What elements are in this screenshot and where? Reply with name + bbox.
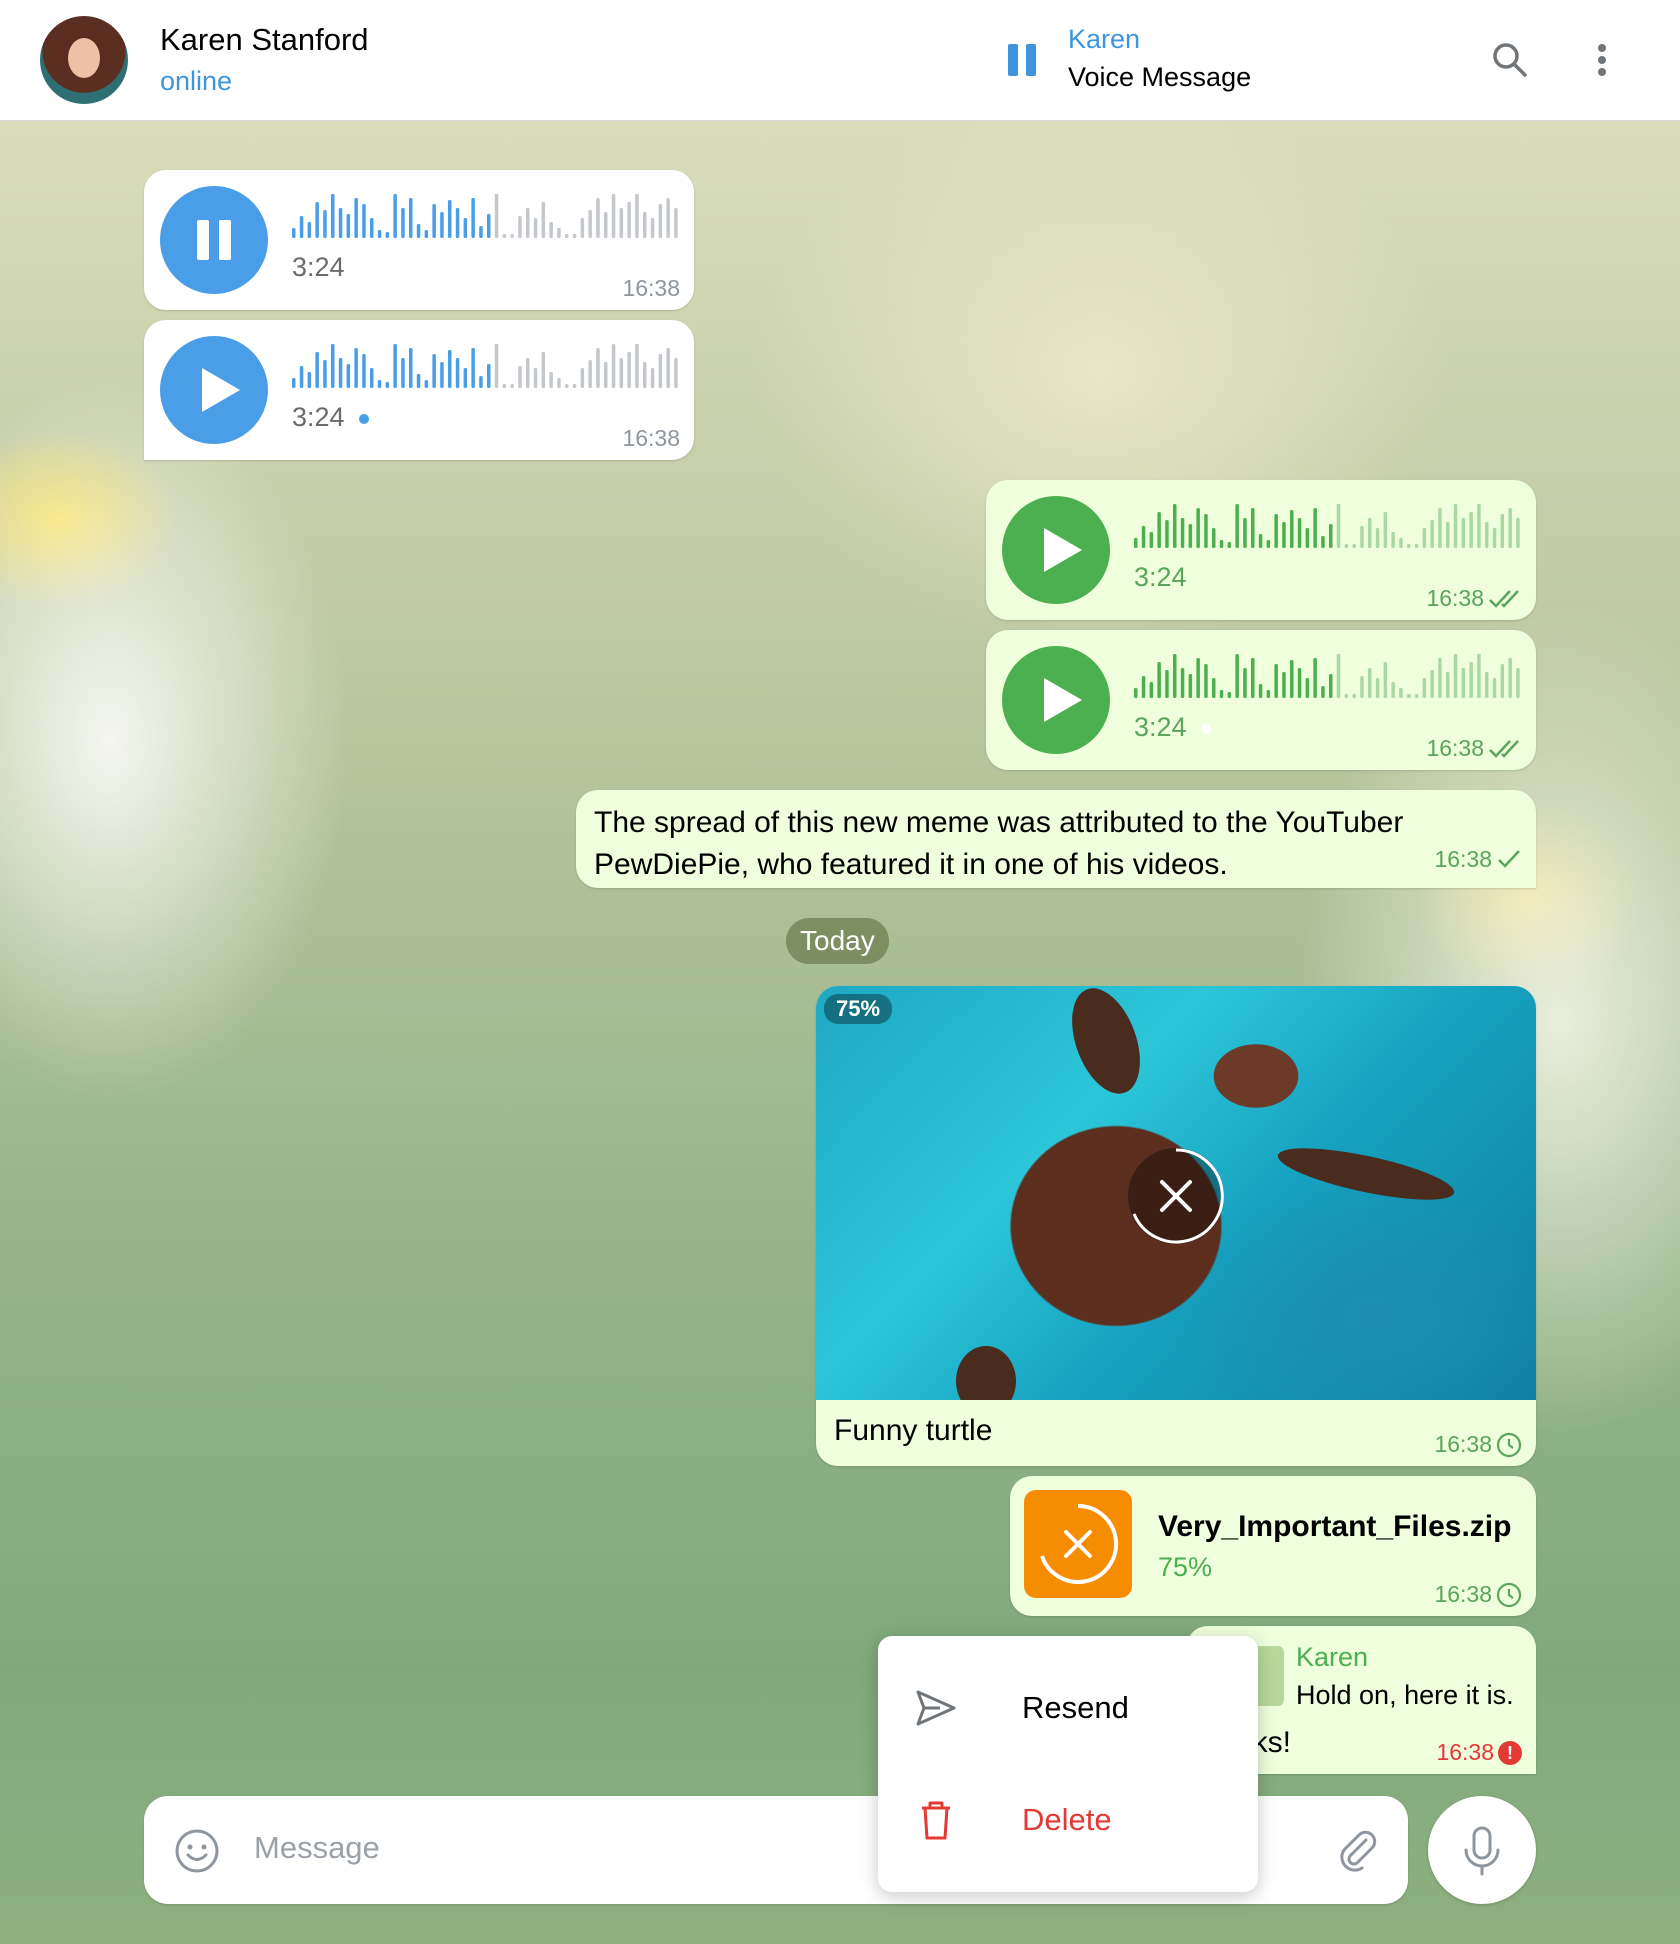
error-icon[interactable]: ! [1498,1740,1522,1765]
voice-duration: 3:24 [1134,562,1187,592]
play-icon [1044,528,1082,572]
voice-duration: 3:24 [292,402,369,433]
more-vertical-icon[interactable] [1590,40,1614,80]
voice-message-out[interactable]: 3:24 16:38 [986,630,1536,770]
double-check-icon [1489,589,1519,608]
play-button[interactable] [160,336,268,444]
file-progress: 75% [1158,1552,1213,1582]
play-button[interactable] [1002,496,1110,604]
microphone-icon [1464,1826,1500,1876]
double-check-icon [1489,739,1519,758]
menu-item-resend[interactable]: Resend [878,1654,1258,1764]
message-input[interactable]: Message [254,1830,380,1866]
record-voice-button[interactable] [1428,1796,1536,1904]
waveform[interactable] [292,344,682,392]
upload-progress-badge: 75% [824,994,893,1024]
message-time: 16:38 [1426,585,1522,612]
menu-item-label: Delete [1022,1802,1112,1837]
trash-icon [922,1801,950,1840]
turtle-photo[interactable]: 75% [816,986,1536,1400]
pause-icon[interactable] [1008,44,1038,76]
message-time: 16:38 [622,425,680,451]
play-icon [202,368,240,412]
text-message-out[interactable]: The spread of this new meme was attribut… [576,790,1536,888]
player-title[interactable]: Karen [1068,24,1140,55]
voice-duration: 3:24 [1134,712,1211,743]
avatar[interactable] [40,16,128,104]
reply-thumbnail [1254,1646,1284,1706]
message-time: 16:38 [1434,838,1522,880]
reply-text: Hold on, here it is. [1296,1680,1514,1710]
file-name: Very_Important_Files.zip [1158,1510,1512,1543]
waveform[interactable] [292,194,682,242]
unplayed-dot [358,413,369,424]
reply-author: Karen [1296,1642,1369,1672]
unplayed-dot [1200,723,1211,734]
message-time: 16:38 [1434,1581,1522,1608]
photo-caption: Funny turtle [834,1414,993,1447]
cancel-upload-icon [1040,1504,1119,1584]
waveform[interactable] [1134,654,1524,702]
chat-header: Karen Stanford online Karen Voice Messag… [0,0,1680,121]
message-text: The spread of this new meme was attribut… [594,806,1404,881]
play-button[interactable] [1002,646,1110,754]
file-message-out[interactable]: Very_Important_Files.zip 75% 16:38 [1010,1476,1536,1616]
pause-icon [197,220,231,260]
clock-icon [1496,1432,1522,1457]
message-time: 16:38 [1426,735,1522,762]
clock-icon [1496,1582,1522,1607]
file-cancel-button[interactable] [1024,1490,1132,1598]
menu-item-delete[interactable]: Delete [878,1766,1258,1876]
voice-message-in[interactable]: 3:24 16:38 [144,320,694,460]
pause-button[interactable] [160,186,268,294]
emoji-icon[interactable] [174,1828,220,1874]
cancel-upload-icon[interactable] [1124,1144,1228,1248]
player-subtitle[interactable]: Voice Message [1068,62,1251,93]
chat-status: online [160,66,233,96]
context-menu: Resend Delete [878,1636,1258,1892]
waveform[interactable] [1134,504,1524,552]
voice-message-out[interactable]: 3:24 16:38 [986,480,1536,620]
photo-message-out[interactable]: 75% Funny turtle 16:38 [816,986,1536,1466]
message-time: 16:38 [622,275,680,301]
date-separator: Today [786,918,889,964]
message-time: 16:38 [1434,1431,1522,1458]
attach-icon[interactable] [1334,1826,1382,1874]
message-time: 16:38 ! [1436,1739,1522,1766]
voice-message-in[interactable]: 3:24 16:38 [144,170,694,310]
chat-title[interactable]: Karen Stanford [160,22,369,58]
play-icon [1044,678,1082,722]
voice-duration: 3:24 [292,252,345,282]
menu-item-label: Resend [1022,1690,1129,1725]
send-icon [916,1690,956,1726]
check-icon [1498,850,1520,868]
search-icon[interactable] [1490,40,1530,80]
